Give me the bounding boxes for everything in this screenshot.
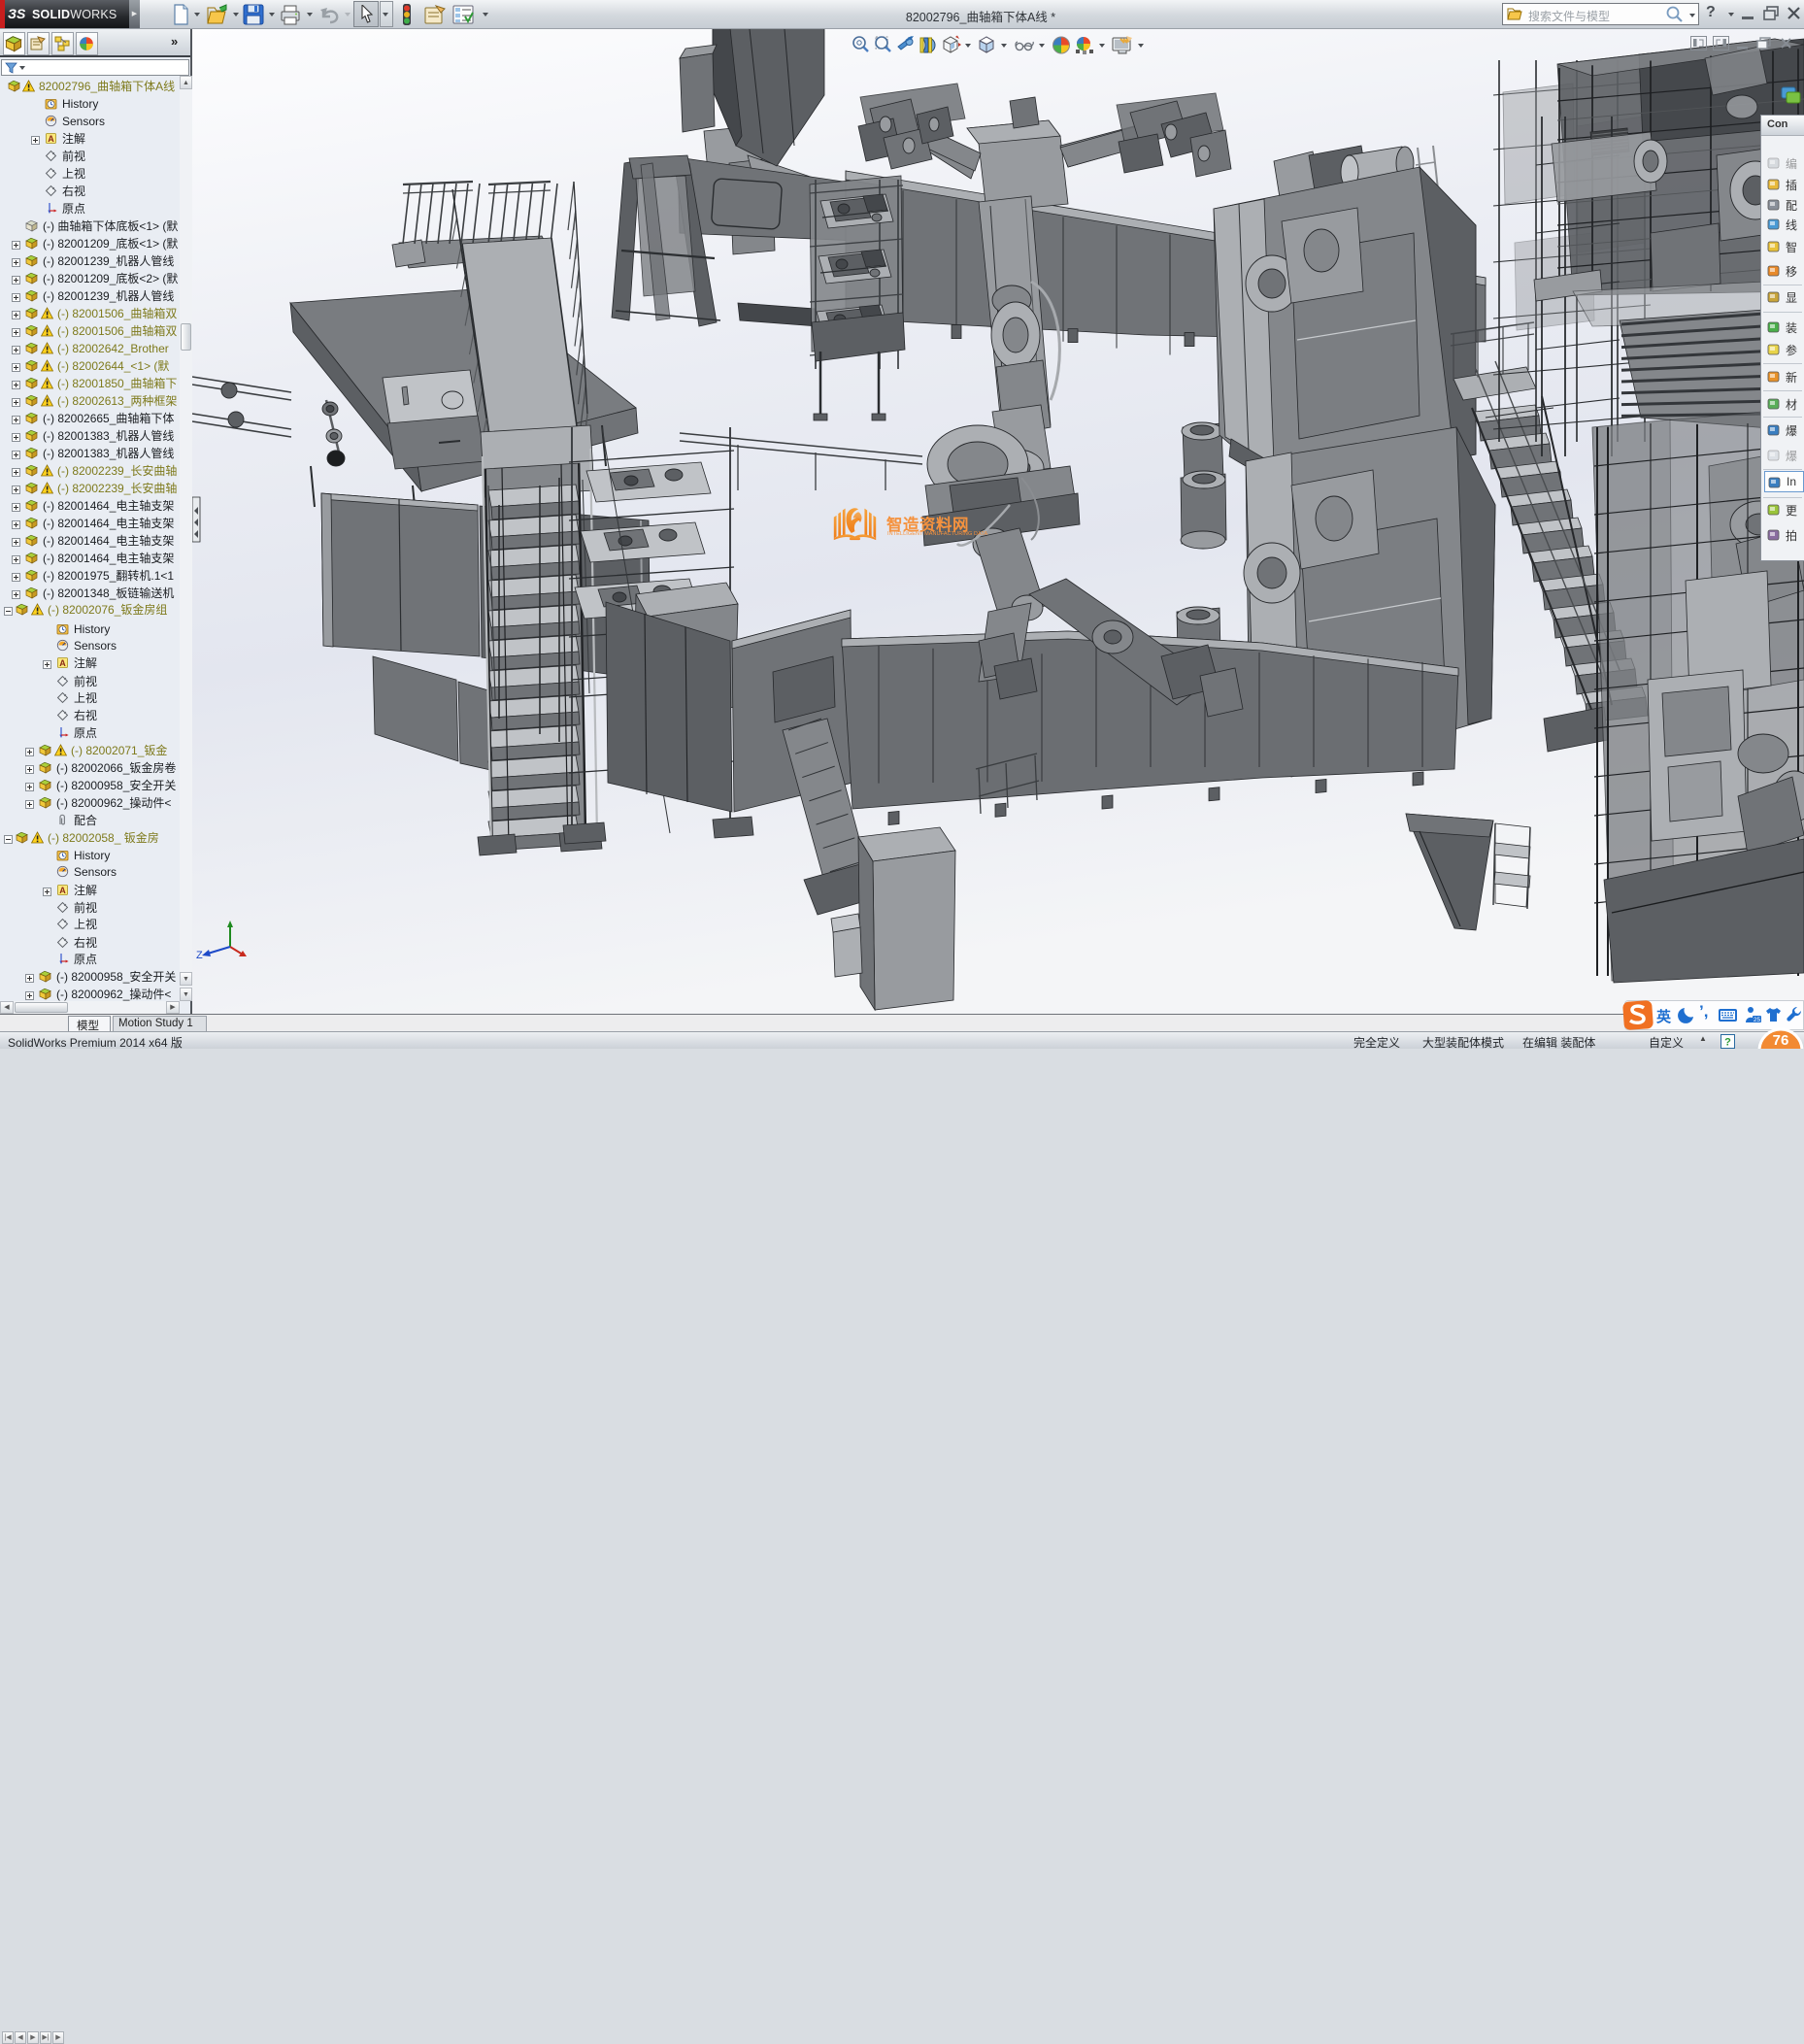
svg-text:A: A — [59, 658, 66, 668]
svg-text:A: A — [59, 886, 66, 895]
svg-text:76: 76 — [1773, 1032, 1789, 1049]
svg-text:Z: Z — [196, 950, 203, 961]
svg-text:25: 25 — [1754, 1017, 1761, 1023]
svg-text:?: ? — [1724, 1037, 1731, 1049]
svg-text:A: A — [48, 134, 54, 144]
